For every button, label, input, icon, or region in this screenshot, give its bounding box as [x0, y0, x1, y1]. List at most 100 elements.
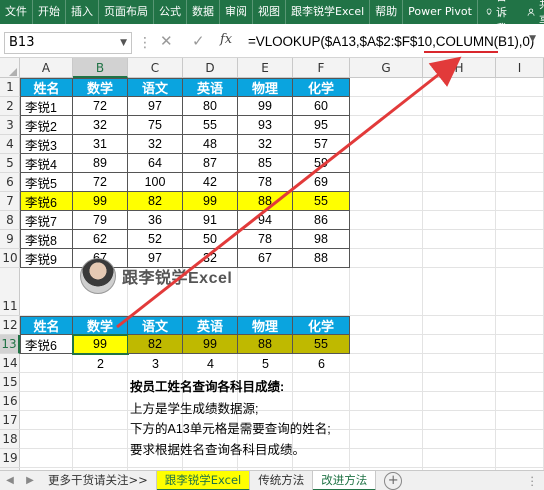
helper-number-cell[interactable]: 6: [293, 354, 350, 373]
row-header-15[interactable]: 15: [0, 373, 20, 392]
score-cell[interactable]: 95: [293, 116, 350, 135]
ribbon-tab-data[interactable]: 数据: [187, 0, 220, 24]
name-cell[interactable]: 李锐8: [20, 230, 73, 249]
row-header-5[interactable]: 5: [0, 154, 20, 173]
lookup-result-cell[interactable]: 88: [238, 335, 293, 354]
lookup-name-cell[interactable]: 李锐6: [20, 335, 73, 354]
score-cell[interactable]: 99: [183, 192, 238, 211]
column-header-a[interactable]: A: [20, 58, 73, 78]
column-header-i[interactable]: I: [496, 58, 544, 78]
row-header-3[interactable]: 3: [0, 116, 20, 135]
scroll-left-icon[interactable]: ◀: [0, 475, 20, 486]
score-cell[interactable]: 94: [238, 211, 293, 230]
row-header-19[interactable]: 19: [0, 449, 20, 468]
lookup-header-cell[interactable]: 物理: [238, 316, 293, 335]
ribbon-tab-help[interactable]: 帮助: [370, 0, 404, 24]
score-cell[interactable]: 36: [128, 211, 183, 230]
lookup-header-cell[interactable]: 数学: [73, 316, 128, 335]
helper-number-cell[interactable]: 3: [128, 354, 183, 373]
score-cell[interactable]: 78: [238, 173, 293, 192]
ribbon-tab-custom[interactable]: 跟李锐学Excel: [286, 0, 371, 24]
sheet-tab-improved[interactable]: 改进方法: [313, 470, 377, 490]
row-header-6[interactable]: 6: [0, 173, 20, 192]
selected-cell-b13[interactable]: 99: [72, 334, 129, 355]
ribbon-tab-page-layout[interactable]: 页面布局: [99, 0, 154, 24]
score-cell[interactable]: 69: [293, 173, 350, 192]
score-cell[interactable]: 64: [128, 154, 183, 173]
score-cell[interactable]: 55: [293, 192, 350, 211]
insert-function-icon[interactable]: fx: [220, 32, 232, 47]
ribbon-tab-formulas[interactable]: 公式: [154, 0, 187, 24]
score-cell[interactable]: 88: [293, 249, 350, 268]
enter-check-icon[interactable]: ✓: [192, 32, 205, 50]
score-cell[interactable]: 52: [128, 230, 183, 249]
row-header-17[interactable]: 17: [0, 411, 20, 430]
table-header-cell[interactable]: 语文: [128, 78, 183, 97]
row-header-10[interactable]: 10: [0, 249, 20, 268]
chevron-down-icon[interactable]: ▼: [120, 33, 127, 53]
score-cell[interactable]: 98: [293, 230, 350, 249]
score-cell[interactable]: 89: [73, 154, 128, 173]
score-cell[interactable]: 80: [183, 97, 238, 116]
lookup-result-cell[interactable]: 99: [183, 335, 238, 354]
sheet-tab-brand[interactable]: 跟李锐学Excel: [156, 470, 251, 490]
table-header-cell[interactable]: 英语: [183, 78, 238, 97]
score-cell[interactable]: 62: [73, 230, 128, 249]
name-cell[interactable]: 李锐2: [20, 116, 73, 135]
score-cell[interactable]: 78: [238, 230, 293, 249]
score-cell[interactable]: 72: [73, 173, 128, 192]
score-cell[interactable]: 82: [128, 192, 183, 211]
score-cell[interactable]: 93: [238, 116, 293, 135]
score-cell[interactable]: 97: [128, 97, 183, 116]
row-header-7[interactable]: 7: [0, 192, 20, 211]
expand-formula-bar-icon[interactable]: ▼: [529, 34, 536, 44]
lookup-header-cell[interactable]: 英语: [183, 316, 238, 335]
formula-bar-grip-icon[interactable]: ⋮: [138, 35, 152, 51]
column-header-e[interactable]: E: [238, 58, 293, 78]
row-header-4[interactable]: 4: [0, 135, 20, 154]
table-header-cell[interactable]: 姓名: [20, 78, 73, 97]
row-header-16[interactable]: 16: [0, 392, 20, 411]
sheet-tab-more[interactable]: 更多干货请关注>>: [40, 470, 157, 490]
column-header-g[interactable]: G: [350, 58, 423, 78]
row-header-11[interactable]: 11: [0, 268, 20, 316]
row-header-12[interactable]: 12: [0, 316, 20, 335]
ribbon-tab-home[interactable]: 开始: [33, 0, 66, 24]
select-all-button[interactable]: [0, 58, 20, 78]
score-cell[interactable]: 32: [128, 135, 183, 154]
score-cell[interactable]: 99: [238, 97, 293, 116]
row-header-13[interactable]: 13: [0, 335, 20, 354]
lookup-header-cell[interactable]: 语文: [128, 316, 183, 335]
ribbon-tab-power-pivot[interactable]: Power Pivot: [403, 0, 478, 24]
score-cell[interactable]: 88: [238, 192, 293, 211]
score-cell[interactable]: 42: [183, 173, 238, 192]
name-cell[interactable]: 李锐1: [20, 97, 73, 116]
table-header-cell[interactable]: 物理: [238, 78, 293, 97]
name-cell[interactable]: 李锐4: [20, 154, 73, 173]
column-header-b[interactable]: B: [73, 58, 128, 78]
name-cell[interactable]: 李锐5: [20, 173, 73, 192]
name-cell[interactable]: 李锐3: [20, 135, 73, 154]
score-cell[interactable]: 48: [183, 135, 238, 154]
lookup-result-cell[interactable]: 55: [293, 335, 350, 354]
ribbon-tab-view[interactable]: 视图: [253, 0, 286, 24]
row-header-8[interactable]: 8: [0, 211, 20, 230]
score-cell[interactable]: 72: [73, 97, 128, 116]
score-cell[interactable]: 67: [238, 249, 293, 268]
score-cell[interactable]: 86: [293, 211, 350, 230]
helper-number-cell[interactable]: 4: [183, 354, 238, 373]
score-cell[interactable]: 55: [183, 116, 238, 135]
table-header-cell[interactable]: 数学: [73, 78, 128, 97]
more-options-icon[interactable]: ⋮: [527, 474, 544, 488]
score-cell[interactable]: 50: [183, 230, 238, 249]
score-cell[interactable]: 75: [128, 116, 183, 135]
cancel-icon[interactable]: ✕: [160, 32, 173, 50]
row-header-18[interactable]: 18: [0, 430, 20, 449]
lookup-result-cell[interactable]: 82: [128, 335, 183, 354]
scroll-right-icon[interactable]: ▶: [20, 475, 40, 486]
score-cell[interactable]: 59: [293, 154, 350, 173]
score-cell[interactable]: 91: [183, 211, 238, 230]
column-header-f[interactable]: F: [293, 58, 350, 78]
name-cell[interactable]: 李锐9: [20, 249, 73, 268]
ribbon-tab-review[interactable]: 审阅: [220, 0, 253, 24]
